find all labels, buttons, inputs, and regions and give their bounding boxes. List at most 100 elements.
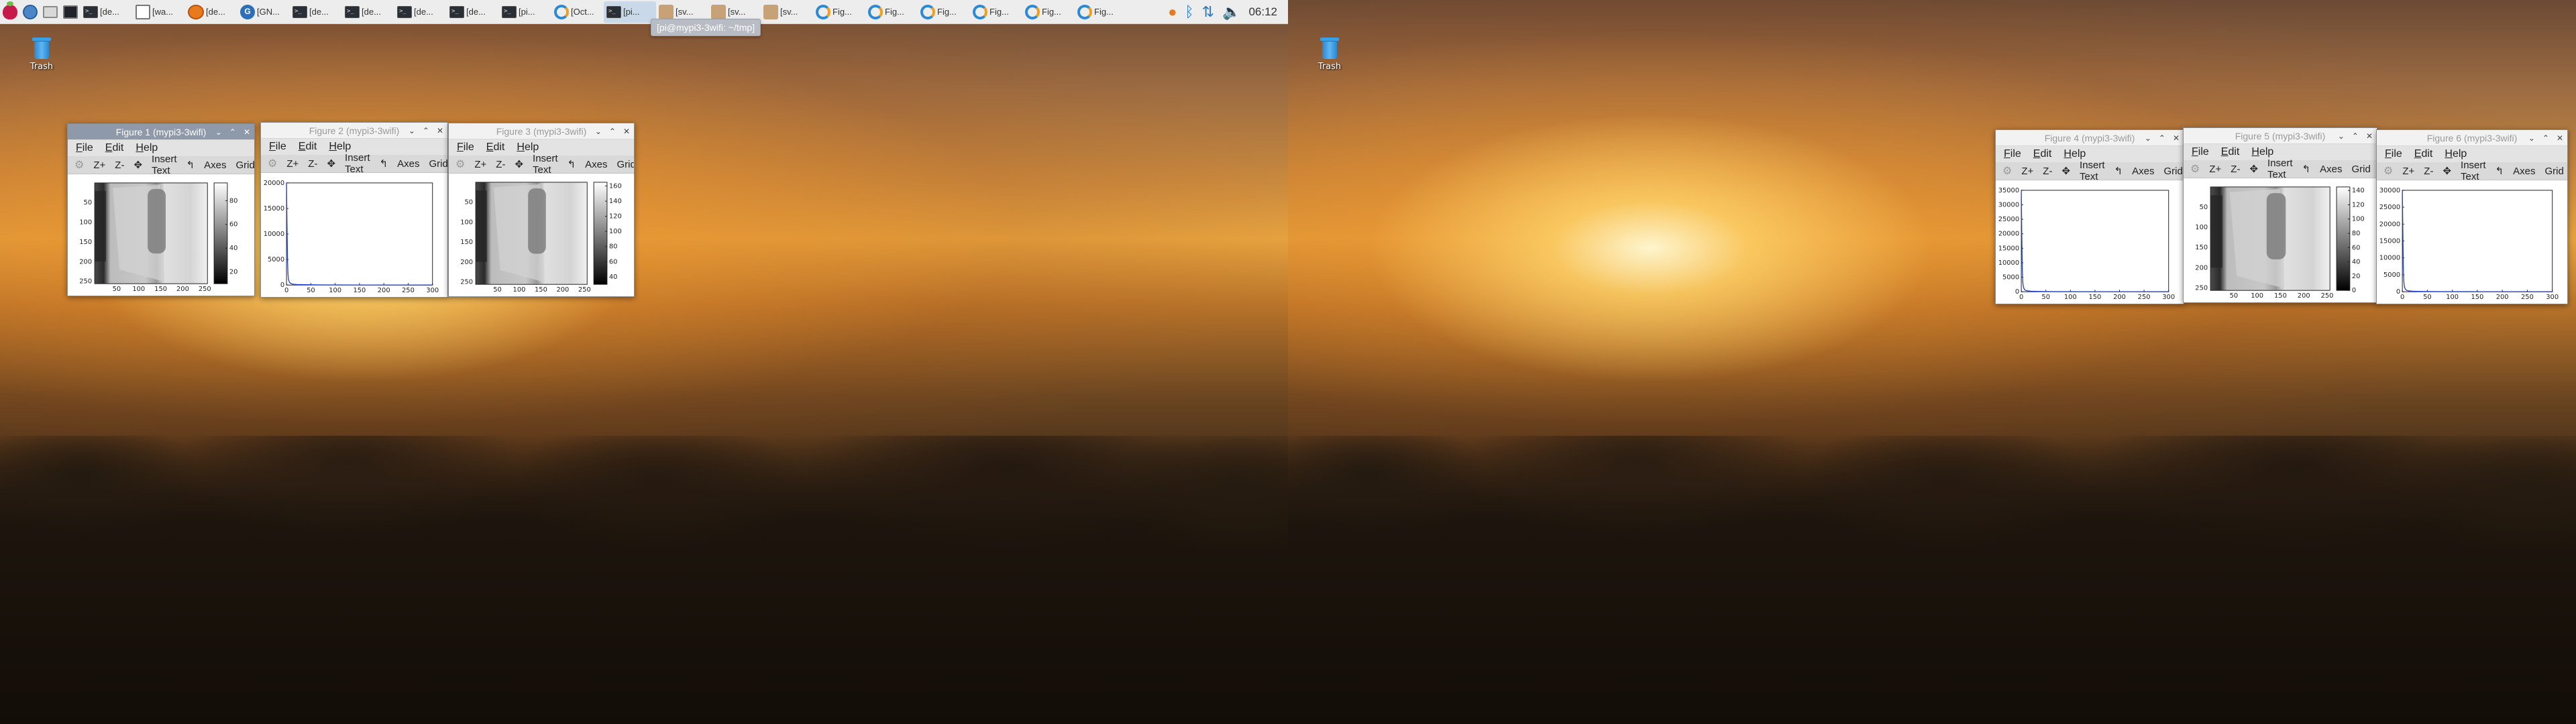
close-icon[interactable]: ✕ — [244, 127, 250, 137]
window-titlebar[interactable]: Figure 2 (mypi3-3wifi) ⌄ ⌃ ✕ — [261, 123, 447, 139]
volume-icon[interactable]: 🔈 — [1222, 3, 1240, 21]
gear-icon[interactable]: ⚙ — [2383, 164, 2393, 178]
applications-menu-button[interactable] — [0, 1, 20, 23]
window-menu-chevron-icon[interactable]: ⌄ — [2145, 133, 2151, 143]
menu-edit[interactable]: Edit — [2414, 148, 2433, 160]
menu-help[interactable]: Help — [329, 141, 351, 153]
grid-button[interactable]: Grid — [2544, 166, 2563, 177]
figure-window[interactable]: Figure 2 (mypi3-3wifi) ⌄ ⌃ ✕ File Edit H… — [260, 122, 448, 298]
gear-icon[interactable]: ⚙ — [268, 157, 277, 170]
window-menu-chevron-icon[interactable]: ⌄ — [409, 126, 415, 135]
plot-canvas[interactable]: 50 100 150 200 250 50 100 150 200 250 20 40 60 80 — [68, 175, 254, 296]
window-titlebar[interactable]: Figure 5 (mypi3-3wifi) ⌄ ⌃ ✕ — [2184, 128, 2377, 144]
figure-window[interactable]: Figure 3 (mypi3-3wifi) ⌄ ⌃ ✕ File Edit H… — [448, 123, 635, 297]
gear-icon[interactable]: ⚙ — [2190, 162, 2200, 176]
pan-icon[interactable]: ✥ — [133, 159, 142, 171]
figure-window[interactable]: Figure 6 (mypi3-3wifi) ⌄ ⌃ ✕ File Edit H… — [2376, 129, 2568, 304]
menu-file[interactable]: File — [76, 142, 93, 154]
rotate-icon[interactable]: ↰ — [568, 158, 576, 170]
plot-area[interactable]: 0 50 100 150 200 250 300 0 5000 10000 15000 20000 25… — [2377, 181, 2567, 304]
zoom-out-button[interactable]: Z- — [2424, 166, 2433, 177]
plot-canvas[interactable]: 0 50 100 150 200 250 300 0 5000 10000 15000 20000 25… — [1996, 181, 2184, 304]
maximize-icon[interactable]: ⌃ — [423, 126, 429, 135]
close-icon[interactable]: ✕ — [2366, 131, 2373, 141]
rotate-icon[interactable]: ↰ — [2114, 165, 2123, 177]
zoom-out-button[interactable]: Z- — [115, 160, 124, 171]
taskbar-task-button[interactable]: >_ [pi... — [604, 1, 656, 23]
menu-help[interactable]: Help — [136, 142, 158, 154]
network-arrows-icon[interactable]: ⇅ — [1202, 3, 1214, 21]
window-menu-chevron-icon[interactable]: ⌄ — [2338, 131, 2345, 141]
plot-area[interactable]: 50 100 150 200 250 50 100 150 200 250 40 60 80 100 120… — [449, 174, 634, 296]
grid-button[interactable]: Grid — [235, 160, 254, 171]
menu-edit[interactable]: Edit — [2221, 146, 2240, 158]
taskbar-task-button[interactable]: >_ [de... — [394, 1, 447, 23]
file-manager-launcher[interactable] — [40, 1, 60, 23]
zoom-out-button[interactable]: Z- — [496, 159, 505, 170]
plot-area[interactable]: 0 50 100 150 200 250 300 0 5000 10000 15000 20000 — [261, 174, 447, 297]
web-browser-launcher[interactable] — [20, 1, 40, 23]
taskbar-task-button[interactable]: >_ [de... — [447, 1, 499, 23]
axes-button[interactable]: Axes — [2132, 166, 2154, 177]
figure-window[interactable]: Figure 1 (mypi3-3wifi) ⌄ ⌃ ✕ File Edit H… — [67, 123, 255, 296]
plot-canvas[interactable]: 50 100 150 200 250 50 100 150 200 250 40 60 80 100 120… — [449, 174, 634, 296]
taskbar-task-button[interactable]: >_ [pi... — [499, 1, 551, 23]
menu-file[interactable]: File — [2192, 146, 2209, 158]
menu-edit[interactable]: Edit — [105, 142, 124, 154]
grid-button[interactable]: Grid — [429, 158, 447, 170]
rotate-icon[interactable]: ↰ — [380, 158, 388, 170]
close-icon[interactable]: ✕ — [623, 127, 630, 136]
pan-icon[interactable]: ✥ — [515, 158, 523, 170]
pan-icon[interactable]: ✥ — [2443, 165, 2451, 177]
rotate-icon[interactable]: ↰ — [2496, 165, 2504, 177]
menu-edit[interactable]: Edit — [2033, 148, 2052, 160]
rotate-icon[interactable]: ↰ — [186, 159, 195, 171]
insert-text-button[interactable]: Insert Text — [533, 153, 558, 176]
taskbar-task-button[interactable]: [sv... — [761, 1, 813, 23]
axes-button[interactable]: Axes — [585, 159, 607, 170]
grid-button[interactable]: Grid — [2351, 164, 2370, 175]
window-titlebar[interactable]: Figure 3 (mypi3-3wifi) ⌄ ⌃ ✕ — [449, 123, 634, 139]
zoom-out-button[interactable]: Z- — [308, 158, 317, 170]
taskbar-task-button[interactable]: >_ [de... — [80, 1, 133, 23]
taskbar-task-button[interactable]: Fig... — [1075, 1, 1127, 23]
menu-help[interactable]: Help — [2063, 148, 2086, 160]
zoom-in-button[interactable]: Z+ — [93, 160, 105, 171]
zoom-out-button[interactable]: Z- — [2043, 166, 2052, 177]
close-icon[interactable]: ✕ — [437, 126, 443, 135]
menu-help[interactable]: Help — [2445, 148, 2467, 160]
taskbar-task-button[interactable]: [de... — [185, 1, 237, 23]
gear-icon[interactable]: ⚙ — [74, 158, 84, 172]
maximize-icon[interactable]: ⌃ — [2542, 133, 2549, 143]
figure-window[interactable]: Figure 4 (mypi3-3wifi) ⌄ ⌃ ✕ File Edit H… — [1995, 129, 2184, 304]
grid-button[interactable]: Grid — [616, 159, 634, 170]
menu-file[interactable]: File — [269, 141, 286, 153]
zoom-in-button[interactable]: Z+ — [474, 159, 486, 170]
close-icon[interactable]: ✕ — [2557, 133, 2563, 143]
menu-file[interactable]: File — [2385, 148, 2402, 160]
figure-window[interactable]: Figure 5 (mypi3-3wifi) ⌄ ⌃ ✕ File Edit H… — [2183, 127, 2377, 303]
plot-canvas[interactable]: 0 50 100 150 200 250 300 0 5000 10000 15000 20000 25… — [2377, 181, 2567, 304]
clock[interactable]: 06:12 — [1248, 5, 1277, 19]
zoom-in-button[interactable]: Z+ — [2209, 164, 2221, 175]
window-menu-chevron-icon[interactable]: ⌄ — [595, 127, 602, 136]
window-titlebar[interactable]: Figure 6 (mypi3-3wifi) ⌄ ⌃ ✕ — [2377, 130, 2567, 146]
pumpkin-tray-icon[interactable]: ● — [1168, 3, 1177, 21]
axes-button[interactable]: Axes — [204, 160, 226, 171]
window-menu-chevron-icon[interactable]: ⌄ — [215, 127, 222, 137]
taskbar-task-button[interactable]: Fig... — [865, 1, 918, 23]
close-icon[interactable]: ✕ — [2173, 133, 2180, 143]
plot-area[interactable]: 50 100 150 200 250 50 100 150 200 250 20 40 60 80 — [68, 175, 254, 296]
taskbar-task-button[interactable]: [wa... — [133, 1, 185, 23]
zoom-in-button[interactable]: Z+ — [286, 158, 299, 170]
taskbar-task-button[interactable]: Fig... — [918, 1, 970, 23]
bluetooth-icon[interactable]: ᛒ — [1185, 3, 1193, 21]
insert-text-button[interactable]: Insert Text — [2080, 160, 2105, 182]
trash-desktop-icon[interactable]: Trash — [25, 36, 58, 72]
gear-icon[interactable]: ⚙ — [455, 158, 465, 171]
menu-file[interactable]: File — [2004, 148, 2021, 160]
plot-canvas[interactable]: 0 50 100 150 200 250 300 0 5000 10000 15000 20000 — [261, 174, 447, 297]
plot-canvas[interactable]: 50 100 150 200 250 50 100 150 200 250 0 20 40 60 80 100… — [2184, 179, 2377, 302]
axes-button[interactable]: Axes — [2513, 166, 2535, 177]
menu-edit[interactable]: Edit — [299, 141, 317, 153]
